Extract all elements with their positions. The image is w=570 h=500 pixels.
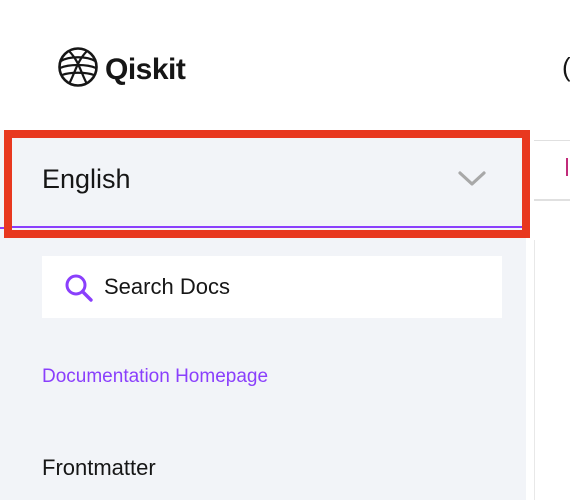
select-underline-stub — [0, 227, 4, 229]
sidebar-section-frontmatter[interactable]: Frontmatter — [42, 455, 156, 481]
main-tab-indicator — [566, 158, 568, 176]
documentation-homepage-link[interactable]: Documentation Homepage — [42, 366, 268, 388]
search-icon — [64, 273, 94, 308]
main-tabs-bottom-border — [534, 199, 570, 201]
language-select[interactable]: English — [12, 140, 524, 228]
language-select-value: English — [42, 164, 131, 194]
qiskit-globe-icon — [57, 46, 99, 93]
top-header: Qiskit ( — [0, 0, 570, 130]
logo-text: Qiskit — [105, 52, 186, 86]
qiskit-logo[interactable]: Qiskit — [57, 46, 186, 93]
search-box[interactable] — [42, 256, 502, 318]
header-nav-item-cropped[interactable]: ( — [562, 52, 570, 83]
search-input[interactable] — [104, 256, 484, 318]
main-tabs-top-border — [534, 140, 570, 141]
main-content-divider — [534, 240, 535, 500]
chevron-down-icon — [457, 168, 487, 195]
